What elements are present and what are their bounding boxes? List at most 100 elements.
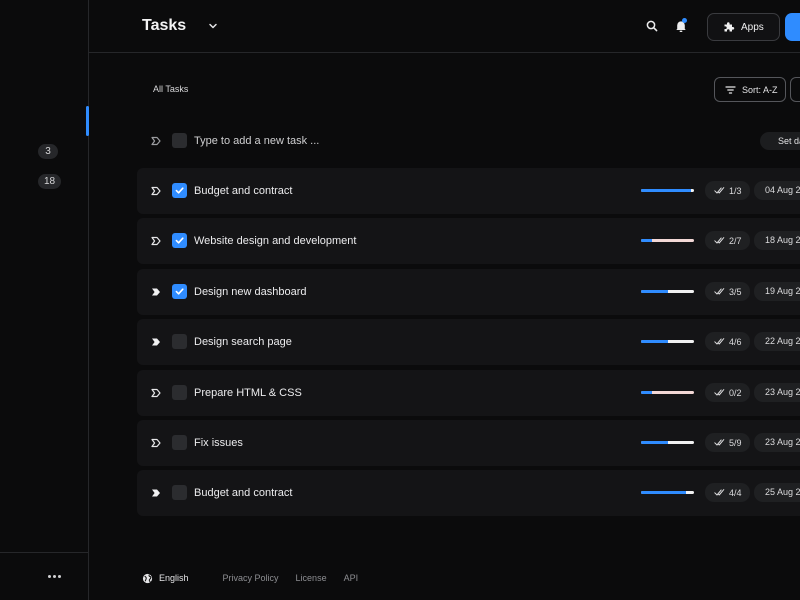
double-check-icon	[714, 288, 725, 295]
language-label: English	[159, 573, 189, 583]
task-row[interactable]: Budget and contract 4/4 25 Aug 2	[137, 470, 800, 516]
task-row[interactable]: Budget and contract 1/3 04 Aug 2	[137, 168, 800, 214]
more-options-button[interactable]	[44, 568, 64, 584]
task-title[interactable]: Website design and development	[194, 235, 356, 247]
new-task-row[interactable]: Type to add a new task ... Set da	[137, 125, 800, 157]
language-selector[interactable]: English	[142, 573, 189, 584]
task-progress-bar	[641, 391, 694, 394]
check-icon	[175, 187, 184, 194]
task-title[interactable]: Budget and contract	[194, 185, 292, 197]
due-date-badge[interactable]: 22 Aug 2	[754, 332, 800, 351]
task-checkbox[interactable]	[172, 233, 187, 248]
task-title[interactable]: Prepare HTML & CSS	[194, 387, 302, 399]
due-date-badge[interactable]: 19 Aug 2	[754, 282, 800, 301]
double-check-icon	[714, 389, 725, 396]
task-checkbox[interactable]	[172, 435, 187, 450]
new-task-input[interactable]: Type to add a new task ...	[194, 135, 319, 147]
due-date-badge[interactable]: 23 Aug 2	[754, 433, 800, 452]
double-check-icon	[714, 338, 725, 345]
priority-flag-outline-icon[interactable]	[150, 235, 162, 247]
due-date-badge[interactable]: 18 Aug 2	[754, 231, 800, 250]
double-check-icon	[714, 237, 725, 244]
subtask-count-badge[interactable]: 1/3	[705, 181, 750, 200]
new-task-checkbox[interactable]	[172, 133, 187, 148]
subtask-count: 5/9	[729, 437, 742, 448]
task-title[interactable]: Design search page	[194, 336, 292, 348]
puzzle-icon	[724, 22, 735, 32]
priority-flag-outline-icon[interactable]	[150, 437, 162, 449]
task-progress-bar	[641, 441, 694, 444]
more-dots-icon	[47, 574, 51, 578]
task-checkbox[interactable]	[172, 183, 187, 198]
priority-flag-filled-icon[interactable]	[150, 286, 162, 298]
license-link[interactable]: License	[296, 573, 327, 583]
subtask-count: 2/7	[729, 235, 742, 246]
subtask-count-badge[interactable]: 2/7	[705, 231, 750, 250]
subtask-count-badge[interactable]: 3/5	[705, 282, 750, 301]
subtask-count: 0/2	[729, 387, 742, 398]
api-link[interactable]: API	[344, 573, 359, 583]
task-progress-fill	[641, 239, 652, 242]
task-checkbox[interactable]	[172, 485, 187, 500]
task-row[interactable]: Design search page 4/6 22 Aug 2	[137, 319, 800, 365]
due-date-badge[interactable]: 23 Aug 2	[754, 383, 800, 402]
priority-flag-outline-icon	[151, 136, 161, 146]
task-progress-fill	[641, 391, 652, 394]
subtask-count: 4/4	[729, 487, 742, 498]
task-progress-bar	[641, 491, 694, 494]
priority-flag-filled-icon[interactable]	[150, 487, 162, 499]
task-row[interactable]: Website design and development 2/7 18 Aug …	[137, 218, 800, 264]
view-options-button[interactable]	[790, 77, 800, 102]
subtask-count: 1/3	[729, 185, 742, 196]
sort-button[interactable]: Sort: A-Z	[714, 77, 786, 102]
task-checkbox[interactable]	[172, 334, 187, 349]
task-row[interactable]: Fix issues 5/9 23 Aug 2	[137, 420, 800, 466]
task-title[interactable]: Budget and contract	[194, 487, 292, 499]
double-check-icon	[714, 187, 725, 194]
sidebar: 3 18	[0, 0, 89, 600]
task-progress-bar	[641, 290, 694, 293]
task-checkbox[interactable]	[172, 284, 187, 299]
task-title[interactable]: Fix issues	[194, 437, 243, 449]
task-progress-fill	[641, 441, 668, 444]
task-row[interactable]: Design new dashboard 3/5 19 Aug 2	[137, 269, 800, 315]
subtask-count: 3/5	[729, 286, 742, 297]
due-date-badge[interactable]: 04 Aug 2	[754, 181, 800, 200]
subtask-count-badge[interactable]: 5/9	[705, 433, 750, 452]
task-title[interactable]: Design new dashboard	[194, 286, 307, 298]
double-check-icon	[714, 439, 725, 446]
subtask-count-badge[interactable]: 4/6	[705, 332, 750, 351]
task-progress-fill	[641, 340, 668, 343]
sidebar-divider	[0, 552, 88, 553]
filter-lines-icon	[725, 85, 736, 94]
count-badge: 3	[38, 144, 58, 159]
primary-action-button[interactable]	[785, 13, 800, 41]
priority-flag-outline-icon[interactable]	[150, 185, 162, 197]
apps-button[interactable]: Apps	[707, 13, 780, 41]
privacy-policy-link[interactable]: Privacy Policy	[223, 573, 279, 583]
page-title: Tasks	[142, 17, 187, 34]
task-progress-fill	[641, 491, 687, 494]
search-icon[interactable]	[644, 18, 660, 34]
apps-button-label: Apps	[741, 21, 764, 33]
due-date-badge[interactable]: 25 Aug 2	[754, 483, 800, 502]
check-icon	[175, 288, 184, 295]
subtask-count-badge[interactable]: 0/2	[705, 383, 750, 402]
chevron-down-icon[interactable]	[207, 20, 219, 32]
subtask-count-badge[interactable]: 4/4	[705, 483, 750, 502]
double-check-icon	[714, 489, 725, 496]
priority-flag-outline-icon[interactable]	[150, 387, 162, 399]
task-progress-bar	[641, 239, 694, 242]
check-icon	[175, 237, 184, 244]
task-progress-fill	[641, 290, 668, 293]
globe-icon	[142, 573, 153, 583]
active-nav-indicator	[86, 106, 89, 136]
footer: English Privacy Policy License API	[142, 571, 358, 585]
subtask-count: 4/6	[729, 336, 742, 347]
set-date-button[interactable]: Set da	[760, 132, 800, 150]
priority-flag-filled-icon[interactable]	[150, 336, 162, 348]
task-row[interactable]: Prepare HTML & CSS 0/2 23 Aug 2	[137, 370, 800, 416]
task-progress-fill	[641, 189, 692, 192]
header: Tasks Apps	[89, 0, 800, 53]
task-checkbox[interactable]	[172, 385, 187, 400]
